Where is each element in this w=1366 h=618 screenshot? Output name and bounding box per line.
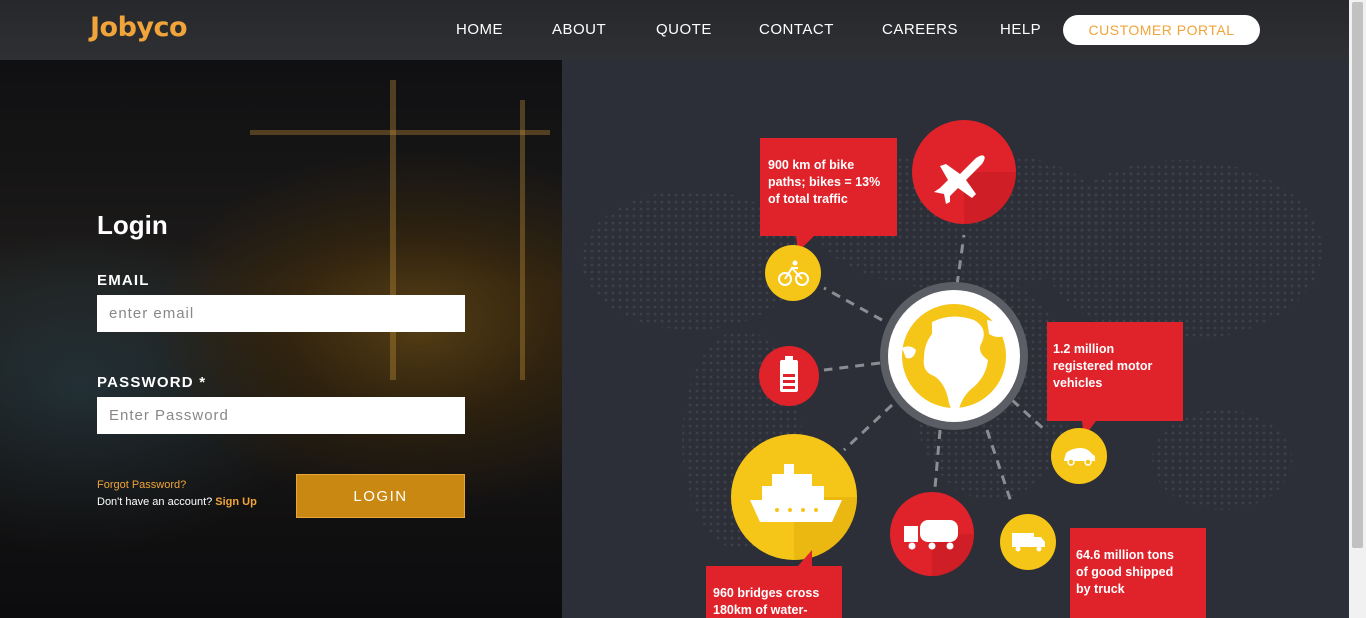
bicycle-icon (765, 245, 821, 301)
vehicles-callout: 1.2 million registered motor vehicles (1047, 322, 1183, 437)
nav-quote[interactable]: QUOTE (656, 21, 712, 38)
bike-callout: 900 km of bike paths; bikes = 13% of tot… (760, 138, 897, 252)
top-navbar: Jobyco HOME ABOUT QUOTE CONTACT CAREERS … (0, 0, 1349, 60)
tanker-truck-icon (890, 492, 974, 576)
bike-stat-line-2: paths; bikes = 13% (768, 175, 880, 189)
nav-careers[interactable]: CAREERS (882, 21, 958, 38)
email-label: EMAIL (97, 272, 150, 289)
truck-stat-line-2: of good shipped (1076, 565, 1173, 579)
login-title: Login (97, 210, 168, 240)
password-label: PASSWORD * (97, 374, 207, 391)
car-icon (1051, 428, 1107, 484)
forgot-password-link[interactable]: Forgot Password? (97, 479, 186, 491)
email-input[interactable] (97, 295, 465, 332)
brand-logo[interactable]: Jobyco (90, 12, 188, 43)
bridges-stat-line-1: 960 bridges cross (713, 586, 819, 600)
login-button[interactable]: LOGIN (296, 474, 465, 518)
truck-stat-line-3: by truck (1076, 582, 1125, 596)
delivery-truck-icon (1000, 514, 1056, 570)
bridges-stat-line-2: 180km of water- (713, 603, 807, 617)
fuel-icon (759, 346, 819, 406)
no-account-label: Don't have an account? (97, 496, 213, 508)
airplane-icon (912, 120, 1016, 224)
nav-help[interactable]: HELP (1000, 21, 1041, 38)
bike-stat-line-3: of total traffic (768, 192, 848, 206)
login-panel: Login EMAIL PASSWORD * Forgot Password? … (0, 60, 562, 618)
infographic-graphic: 900 km of bike paths; bikes = 13% of tot… (582, 120, 1322, 618)
nav-about[interactable]: ABOUT (552, 21, 606, 38)
truck-callout: 64.6 million tons of good shipped by tru… (1070, 528, 1206, 618)
background-crane-arm (250, 130, 550, 135)
password-input[interactable] (97, 397, 465, 434)
vehicles-stat-line-1: 1.2 million (1053, 342, 1114, 356)
ship-icon (731, 434, 857, 560)
sign-up-link[interactable]: Sign Up (215, 496, 257, 508)
background-crane (390, 80, 396, 380)
scrollbar-thumb[interactable] (1352, 2, 1363, 548)
vehicles-stat-line-2: registered motor (1053, 359, 1152, 373)
no-account-text: Don't have an account? Sign Up (97, 496, 257, 508)
vehicles-stat-line-3: vehicles (1053, 376, 1102, 390)
transport-infographic: 900 km of bike paths; bikes = 13% of tot… (562, 60, 1349, 618)
nav-home[interactable]: HOME (456, 21, 503, 38)
background-crane (520, 100, 525, 380)
truck-stat-line-1: 64.6 million tons (1076, 548, 1174, 562)
customer-portal-button[interactable]: CUSTOMER PORTAL (1063, 15, 1260, 45)
page-scrollbar[interactable] (1349, 0, 1366, 618)
globe-icon (880, 282, 1028, 430)
bike-stat-line-1: 900 km of bike (768, 158, 854, 172)
nav-contact[interactable]: CONTACT (759, 21, 834, 38)
bridges-callout: 960 bridges cross 180km of water- (706, 550, 842, 618)
